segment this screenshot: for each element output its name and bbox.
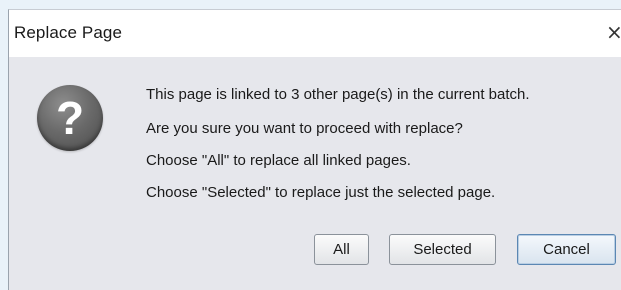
title-bar[interactable]: Replace Page × [9, 10, 621, 57]
close-icon[interactable]: × [606, 21, 621, 43]
replace-page-dialog: Replace Page × ? This page is linked to … [8, 9, 621, 290]
message-line-2: Are you sure you want to proceed with re… [146, 120, 463, 137]
question-mark-glyph: ? [55, 92, 85, 144]
dialog-title: Replace Page [14, 23, 122, 42]
all-button[interactable]: All [314, 234, 369, 265]
question-icon: ? [37, 85, 103, 151]
message-line-3: Choose "All" to replace all linked pages… [146, 152, 411, 169]
message-line-1: This page is linked to 3 other page(s) i… [146, 86, 530, 103]
message-line-4: Choose "Selected" to replace just the se… [146, 184, 496, 201]
selected-button[interactable]: Selected [389, 234, 496, 265]
cancel-button[interactable]: Cancel [517, 234, 616, 265]
